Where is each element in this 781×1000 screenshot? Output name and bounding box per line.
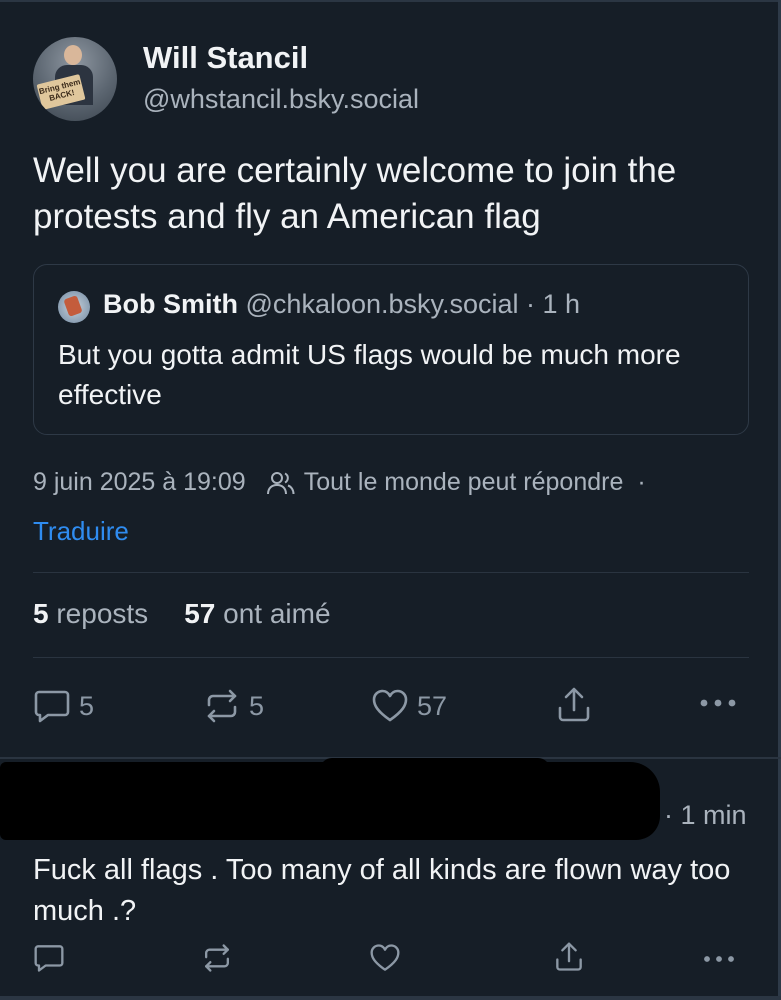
repost-icon bbox=[201, 943, 233, 973]
meta-separator: · bbox=[637, 468, 646, 496]
likes-stat[interactable]: 57 ont aimé bbox=[184, 598, 330, 629]
post-text: Well you are certainly welcome to join t… bbox=[33, 151, 677, 236]
thread-view: Bring them BACK! Will Stancil @whstancil… bbox=[0, 0, 781, 1000]
redacted-author-top bbox=[320, 758, 550, 782]
more-icon bbox=[697, 696, 739, 710]
quote-author-avatar[interactable] bbox=[58, 291, 90, 323]
people-icon bbox=[266, 470, 296, 496]
post-stats: 5 reposts 57 ont aimé bbox=[33, 598, 331, 630]
share-button[interactable] bbox=[556, 686, 592, 724]
reply-like-button[interactable] bbox=[369, 943, 401, 973]
repost-button[interactable]: 5 bbox=[203, 688, 264, 724]
divider bbox=[33, 572, 749, 573]
share-icon bbox=[556, 686, 592, 724]
reply-more-button[interactable] bbox=[700, 953, 738, 965]
bottom-divider bbox=[0, 996, 781, 1000]
author-avatar[interactable]: Bring them BACK! bbox=[33, 37, 117, 121]
quote-header: Bob Smith @chkaloon.bsky.social · 1 h bbox=[103, 289, 580, 320]
quoted-post[interactable]: Bob Smith @chkaloon.bsky.social · 1 h Bu… bbox=[33, 264, 749, 435]
reply-text: Fuck all flags . Too many of all kinds a… bbox=[33, 854, 731, 927]
more-button[interactable] bbox=[697, 696, 739, 710]
top-divider bbox=[0, 0, 781, 2]
quote-author-name[interactable]: Bob Smith bbox=[103, 289, 238, 319]
reply-button[interactable]: 5 bbox=[33, 688, 94, 724]
reply-setting[interactable]: Tout le monde peut répondre bbox=[304, 468, 624, 497]
translate-link[interactable]: Traduire bbox=[33, 516, 129, 547]
reply-reply-button[interactable] bbox=[33, 943, 65, 973]
avatar-head bbox=[64, 45, 82, 65]
like-count: 57 bbox=[417, 690, 448, 721]
author-handle[interactable]: @whstancil.bsky.social bbox=[143, 84, 419, 115]
reply-repost-button[interactable] bbox=[201, 943, 233, 973]
reposts-stat[interactable]: 5 reposts bbox=[33, 598, 148, 629]
like-button[interactable]: 57 bbox=[371, 688, 447, 724]
divider bbox=[33, 657, 749, 658]
heart-icon bbox=[371, 688, 409, 724]
more-icon bbox=[700, 953, 738, 965]
post-timestamp: 9 juin 2025 à 19:09 bbox=[33, 468, 246, 496]
reply-icon bbox=[33, 688, 71, 724]
heart-icon bbox=[369, 943, 401, 973]
avatar-figure bbox=[63, 295, 83, 317]
share-icon bbox=[554, 941, 584, 973]
repost-icon bbox=[203, 688, 241, 724]
reply-share-button[interactable] bbox=[554, 941, 584, 973]
post-meta: 9 juin 2025 à 19:09 Tout le monde peut r… bbox=[33, 468, 646, 497]
quote-author-handle: @chkaloon.bsky.social · 1 h bbox=[245, 289, 581, 319]
quote-text: But you gotta admit US flags would be mu… bbox=[58, 339, 681, 410]
reply-count: 5 bbox=[79, 690, 95, 721]
author-name[interactable]: Will Stancil bbox=[143, 40, 308, 76]
repost-count: 5 bbox=[249, 690, 265, 721]
reply-time: · 1 min bbox=[664, 800, 747, 830]
reply-icon bbox=[33, 943, 65, 973]
